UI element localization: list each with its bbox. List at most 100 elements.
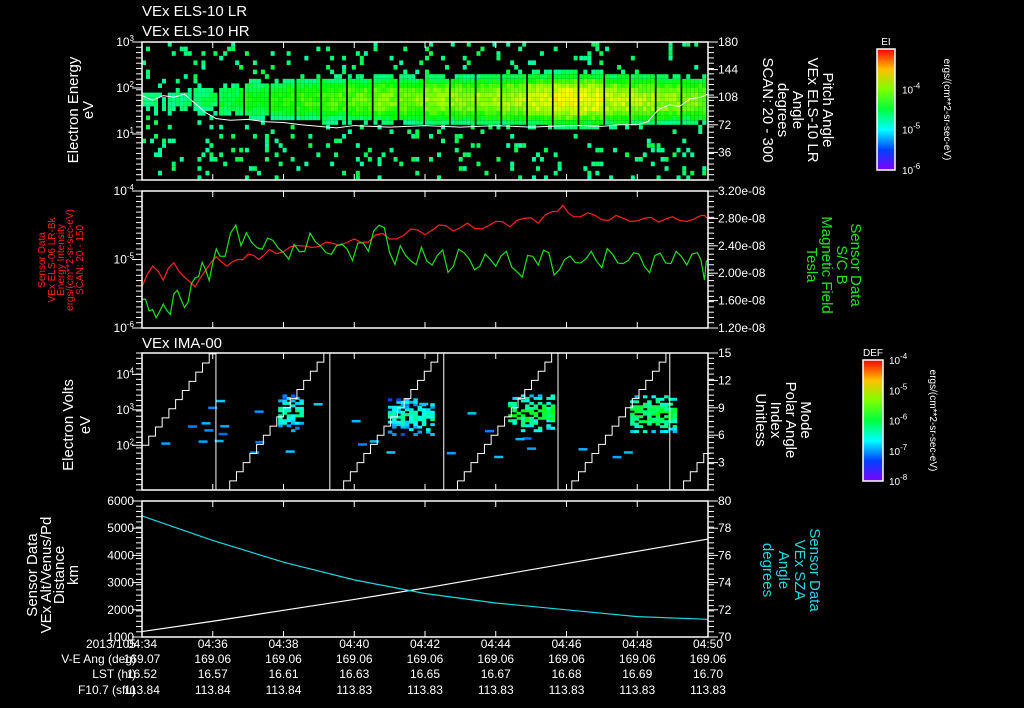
- ima-cell: [634, 422, 639, 426]
- spectrogram-cell: [367, 106, 372, 111]
- spectrogram-cell: [450, 88, 455, 93]
- spectrogram-cell: [557, 166, 562, 171]
- spectrogram-cell: [470, 74, 475, 79]
- spectrogram-cell: [415, 78, 420, 84]
- spectrogram-cell: [290, 111, 295, 116]
- spectrogram-cell: [638, 101, 643, 107]
- spectrogram-cell: [437, 129, 441, 134]
- spectrogram-cell: [573, 115, 578, 121]
- spectrogram-cell: [539, 51, 544, 56]
- spectrogram-cell: [535, 120, 540, 125]
- panel3-title: VEx IMA-00: [142, 335, 222, 352]
- spectrogram-cell: [557, 83, 562, 88]
- spectrogram-cell: [286, 51, 291, 56]
- spectrogram-cell: [441, 115, 445, 121]
- spectrogram-cell: [573, 97, 578, 102]
- spectrogram-cell: [686, 120, 691, 125]
- spectrogram-cell: [518, 120, 523, 125]
- spectrogram-cell: [480, 101, 485, 107]
- spectrogram-cell: [248, 166, 253, 171]
- spectrogram-cell: [437, 111, 441, 116]
- spectrogram-cell: [510, 83, 515, 88]
- spectrogram-cell: [646, 78, 651, 84]
- spectrogram-cell: [531, 83, 536, 88]
- spectrogram-cell: [179, 106, 184, 111]
- spectrogram-cell: [502, 115, 507, 121]
- spectrogram-cell: [672, 152, 677, 157]
- spectrogram-cell: [476, 88, 481, 93]
- spectrogram-cell: [154, 101, 158, 107]
- ima-cell: [285, 450, 295, 453]
- spectrogram-cell: [308, 83, 313, 88]
- spectrogram-cell: [355, 51, 360, 56]
- spectrogram-cell: [363, 120, 368, 125]
- spectrogram-cell: [522, 74, 527, 79]
- spectrogram-cell: [312, 88, 317, 93]
- spectrogram-cell: [355, 106, 360, 111]
- spectrogram-cell: [308, 143, 313, 148]
- spectrogram-cell: [518, 111, 523, 116]
- spectrogram-cell: [527, 78, 532, 84]
- spectrogram-cell: [557, 97, 562, 102]
- spectrogram-cell: [587, 74, 592, 79]
- spectrogram-cell: [334, 101, 339, 107]
- spectrogram-cell: [527, 115, 532, 121]
- spectrogram-cell: [694, 106, 699, 111]
- spectrogram-cell: [484, 83, 489, 88]
- ima-cell: [546, 401, 551, 405]
- spectrogram-cell: [437, 115, 441, 121]
- y-tick-label: 104: [116, 366, 134, 381]
- ima-cell: [630, 430, 635, 434]
- spectrogram-cell: [146, 124, 150, 130]
- spectrogram-cell: [347, 129, 352, 134]
- spectrogram-cell: [248, 106, 253, 111]
- spectrogram-cell: [484, 170, 489, 176]
- spectrogram-cell: [296, 106, 301, 111]
- spectrogram-cell: [373, 92, 378, 98]
- spectrogram-cell: [146, 106, 150, 111]
- spectrogram-cell: [660, 78, 665, 84]
- spectrogram-cell: [219, 88, 224, 93]
- spectrogram-cell: [496, 92, 501, 98]
- ephemeris-value: 113.83: [690, 683, 726, 697]
- spectrogram-cell: [502, 101, 507, 107]
- spectrogram-cell: [322, 115, 327, 121]
- spectrogram-cell: [326, 115, 331, 121]
- spectrogram-cell: [411, 101, 416, 107]
- spectrogram-cell: [510, 92, 515, 98]
- ima-cell: [651, 405, 656, 409]
- spectrogram-cell: [466, 120, 471, 125]
- spectrogram-cell: [316, 111, 321, 116]
- spectrogram-cell: [213, 111, 218, 116]
- spectrogram-cell: [300, 97, 305, 102]
- spectrogram-cell: [613, 111, 618, 116]
- spectrogram-cell: [377, 115, 382, 121]
- ima-cell: [218, 432, 228, 436]
- spectrogram-cell: [535, 97, 540, 102]
- spectrogram-cell: [393, 101, 398, 107]
- spectrogram-cell: [330, 115, 335, 121]
- spectrogram-cell: [351, 78, 356, 84]
- spectrogram-cell: [531, 60, 536, 65]
- ima-cell: [351, 419, 361, 423]
- spectrogram-cell: [646, 101, 651, 107]
- spectrogram-cell: [342, 97, 347, 102]
- spectrogram-cell: [476, 115, 481, 121]
- spectrogram-cell: [605, 115, 610, 121]
- spectrogram-cell: [668, 46, 673, 52]
- spectrogram-cell: [338, 106, 343, 111]
- spectrogram-cell: [359, 115, 364, 121]
- ima-cell: [537, 416, 543, 420]
- spectrogram-cell: [437, 152, 441, 157]
- axis-labels: 101102103367210814418010-610-510-41.20e-…: [24, 34, 952, 697]
- spectrogram-cell: [698, 83, 703, 88]
- spectrogram-cell: [312, 106, 317, 111]
- spectrogram-cell: [296, 92, 301, 98]
- spectrogram-cell: [535, 101, 540, 107]
- spectrogram-cell: [223, 51, 228, 56]
- spectrogram-cell: [617, 115, 622, 121]
- spectrogram-cell: [476, 111, 481, 116]
- spectrogram-cell: [389, 120, 394, 125]
- ephemeris-value: 169.06: [548, 652, 585, 666]
- spectrogram-cell: [286, 115, 291, 121]
